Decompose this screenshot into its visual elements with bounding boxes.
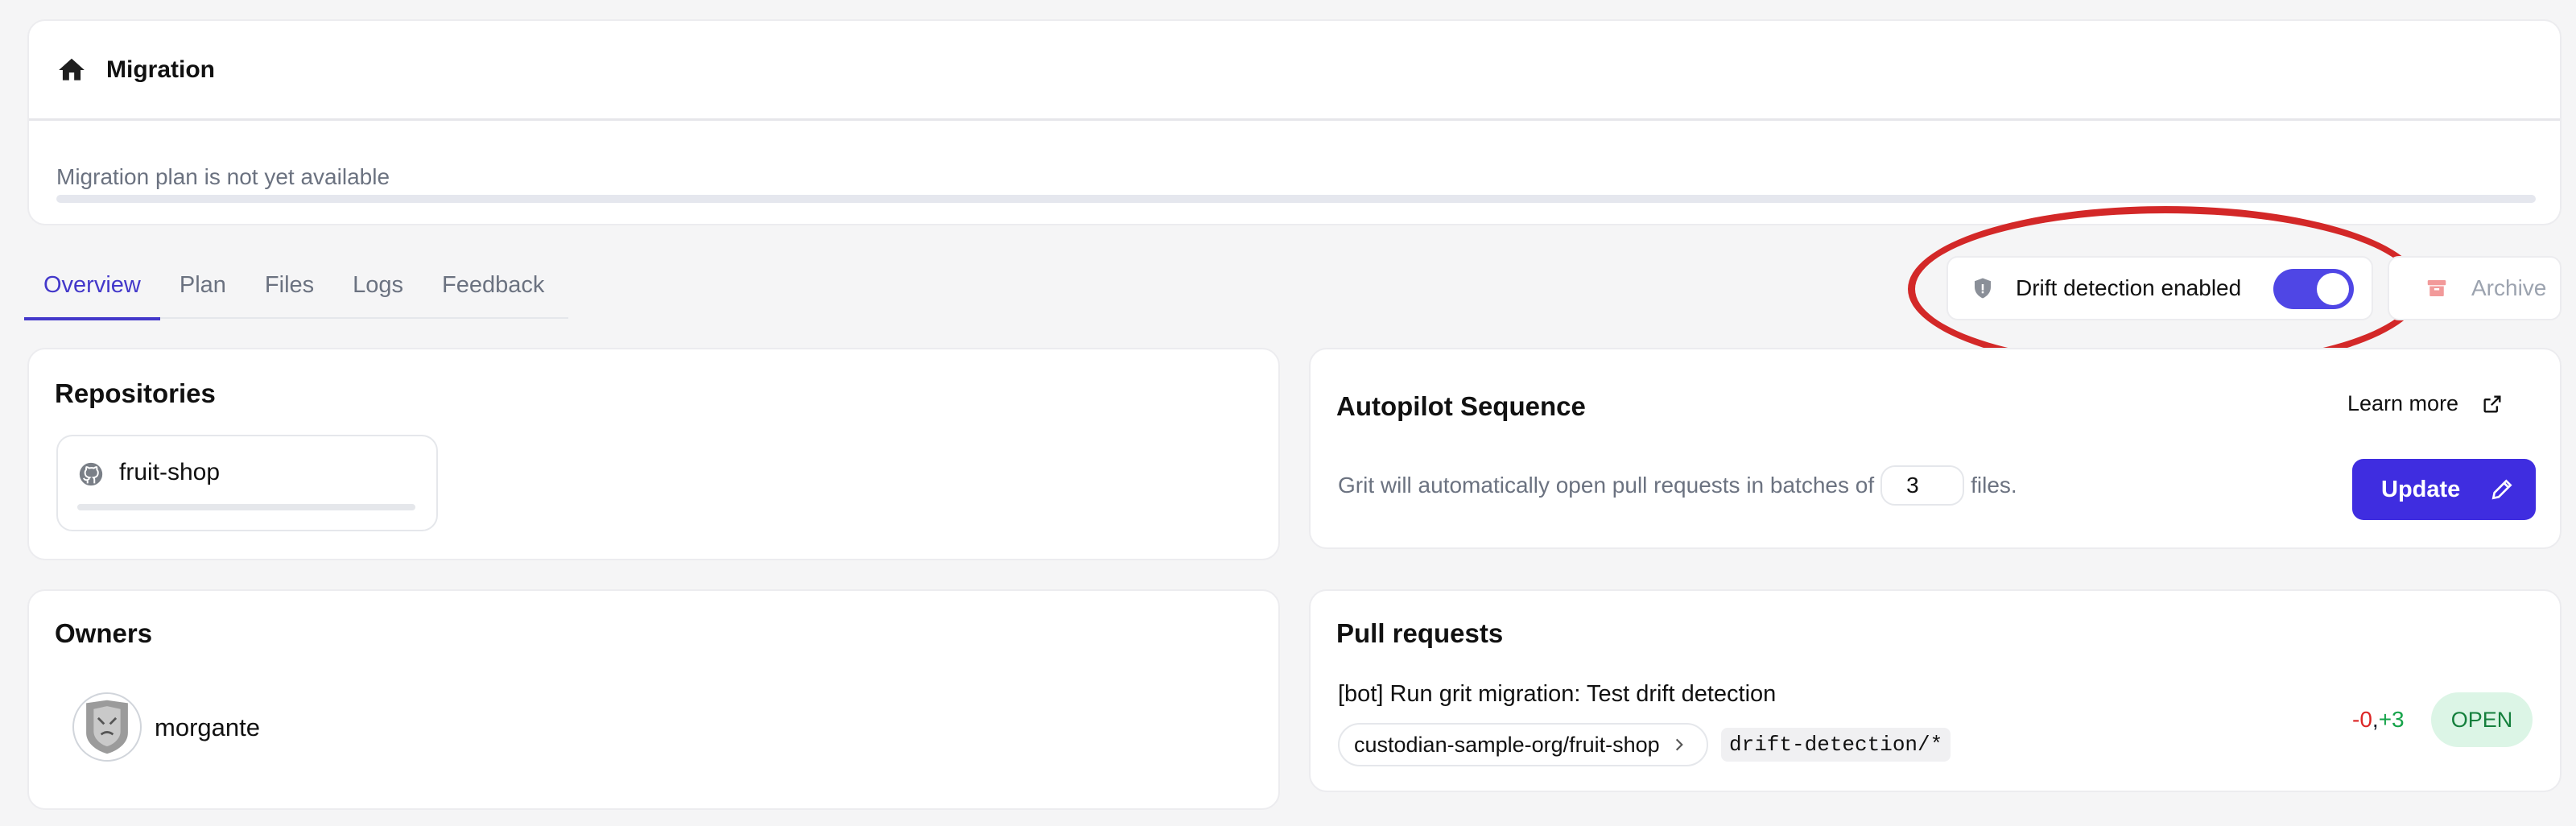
migration-header-card: Migration Migration plan is not yet avai… [27,19,2562,225]
pull-requests-card: Pull requests [bot] Run grit migration: … [1309,589,2562,792]
pull-request-repo: custodian-sample-org/fruit-shop [1354,732,1660,757]
autopilot-title: Autopilot Sequence [1336,391,1586,421]
archive-label: Archive [2471,275,2547,300]
tab-feedback[interactable]: Feedback [423,251,564,319]
plan-progress-bar [56,195,2536,203]
diff-stats: -0,+3 [2352,707,2405,733]
deletions-count: -0 [2352,707,2372,732]
page-title: Migration [106,56,215,83]
avatar[interactable] [72,692,142,762]
learn-more-label: Learn more [2347,391,2459,415]
update-label: Update [2381,476,2461,502]
pull-request-title[interactable]: [bot] Run grit migration: Test drift det… [1338,681,1776,708]
update-button[interactable]: Update [2352,459,2536,520]
branch-chip: drift-detection/* [1721,728,1951,762]
header-top: Migration [29,21,2560,121]
owner-name[interactable]: morgante [155,713,260,742]
chevron-right-icon [1671,737,1687,753]
tab-bar: Overview Plan Files Logs Feedback [24,251,568,320]
repositories-card: Repositories fruit-shop [27,348,1280,560]
external-link-icon [2481,393,2504,415]
tab-plan[interactable]: Plan [160,251,246,319]
plan-status-text: Migration plan is not yet available [56,164,390,189]
tab-files[interactable]: Files [246,251,333,319]
diff-separator: , [2372,707,2379,732]
additions-count: +3 [2378,707,2405,732]
archive-icon [2425,276,2449,300]
pull-requests-title: Pull requests [1336,618,1504,648]
archive-button[interactable]: Archive [2388,256,2562,320]
tab-overview[interactable]: Overview [24,251,160,320]
owners-card: Owners morgante [27,589,1280,810]
tab-logs[interactable]: Logs [333,251,423,319]
autopilot-text-before: Grit will automatically open pull reques… [1338,473,1875,498]
repository-chip[interactable]: fruit-shop [56,435,438,531]
repository-progress-bar [77,504,415,510]
repositories-title: Repositories [55,378,216,408]
autopilot-card: Autopilot Sequence Learn more Grit will … [1309,348,2562,549]
page: Migration Migration plan is not yet avai… [0,0,2576,826]
autopilot-text-after: files. [1971,473,2017,498]
github-icon [77,460,105,488]
autopilot-description: Grit will automatically open pull reques… [1338,465,2017,506]
status-badge: OPEN [2431,692,2533,747]
owners-title: Owners [55,618,153,648]
batch-size-input[interactable] [1880,465,1965,506]
pull-request-repo-chip[interactable]: custodian-sample-org/fruit-shop [1338,723,1708,766]
learn-more-link[interactable]: Learn more [2347,391,2504,416]
pencil-icon [2489,477,2515,502]
home-icon[interactable] [56,55,87,85]
repository-name: fruit-shop [119,459,221,485]
